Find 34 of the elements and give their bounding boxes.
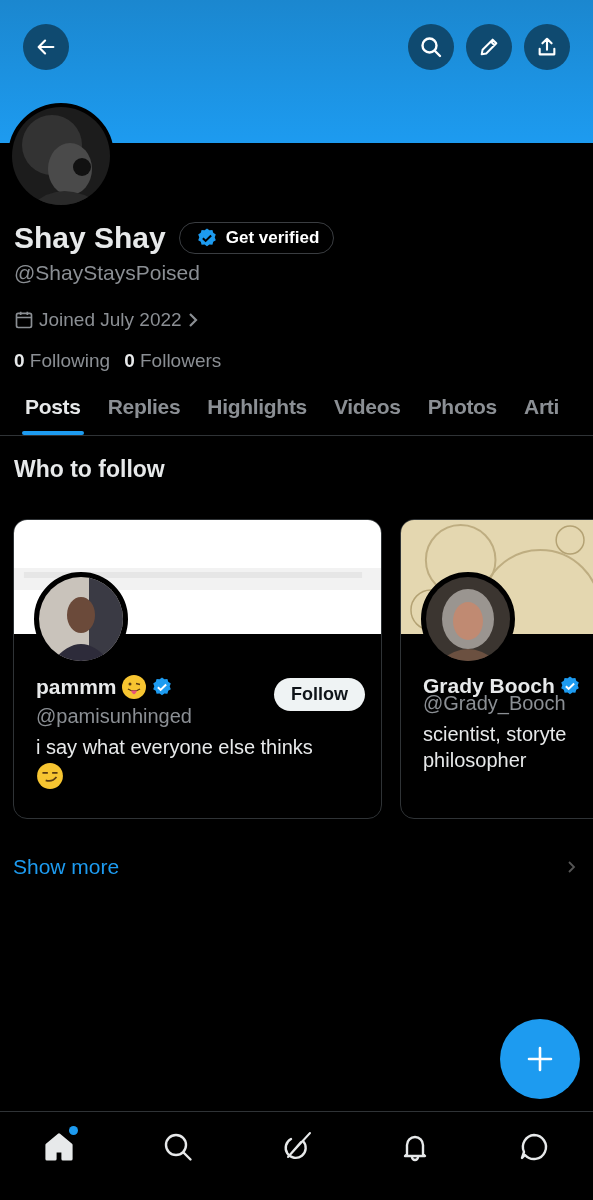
chevron-right-icon[interactable] (186, 311, 199, 329)
section-title: Who to follow (13, 455, 166, 483)
account-bio: scientist, storyte (423, 723, 568, 746)
tongue-face-icon (120, 674, 147, 700)
get-verified-button[interactable]: Get verified (178, 222, 335, 254)
profile-name: Shay Shay (14, 221, 166, 255)
follow-button[interactable]: Follow (274, 678, 365, 711)
profile-tab[interactable]: Arti (521, 395, 562, 435)
profile-tab[interactable]: Videos (330, 395, 404, 435)
edit-button[interactable] (466, 24, 512, 70)
profile-tab[interactable]: Replies (104, 395, 184, 435)
show-more-link[interactable]: Show more (13, 855, 120, 879)
profile-handle: @ShayStaysPoised (14, 261, 201, 285)
account-name: pammm (36, 675, 117, 699)
account-bio: philosopher (423, 749, 528, 772)
following-link[interactable]: 0 Following (14, 350, 111, 372)
account-handle: @pamisunhinged (36, 705, 193, 728)
calendar-icon (14, 310, 34, 330)
search-button[interactable] (408, 24, 454, 70)
smirking-face-icon (36, 762, 64, 790)
back-button[interactable] (23, 24, 69, 70)
profile-tab[interactable]: Posts (22, 395, 84, 435)
account-bio: i say what everyone else thinks (36, 736, 314, 759)
pencil-icon (478, 36, 500, 58)
profile-tab[interactable]: Highlights (204, 395, 310, 435)
plus-icon (526, 1045, 554, 1073)
profile-tab[interactable]: Photos (424, 395, 500, 435)
chevron-right-icon[interactable] (567, 860, 576, 874)
share-button[interactable] (524, 24, 570, 70)
share-icon (536, 36, 558, 58)
search-icon (419, 35, 443, 59)
followers-link[interactable]: 0 Followers (124, 350, 222, 372)
joined-date: Joined July 2022 (39, 309, 182, 331)
verified-badge-icon (195, 227, 218, 249)
